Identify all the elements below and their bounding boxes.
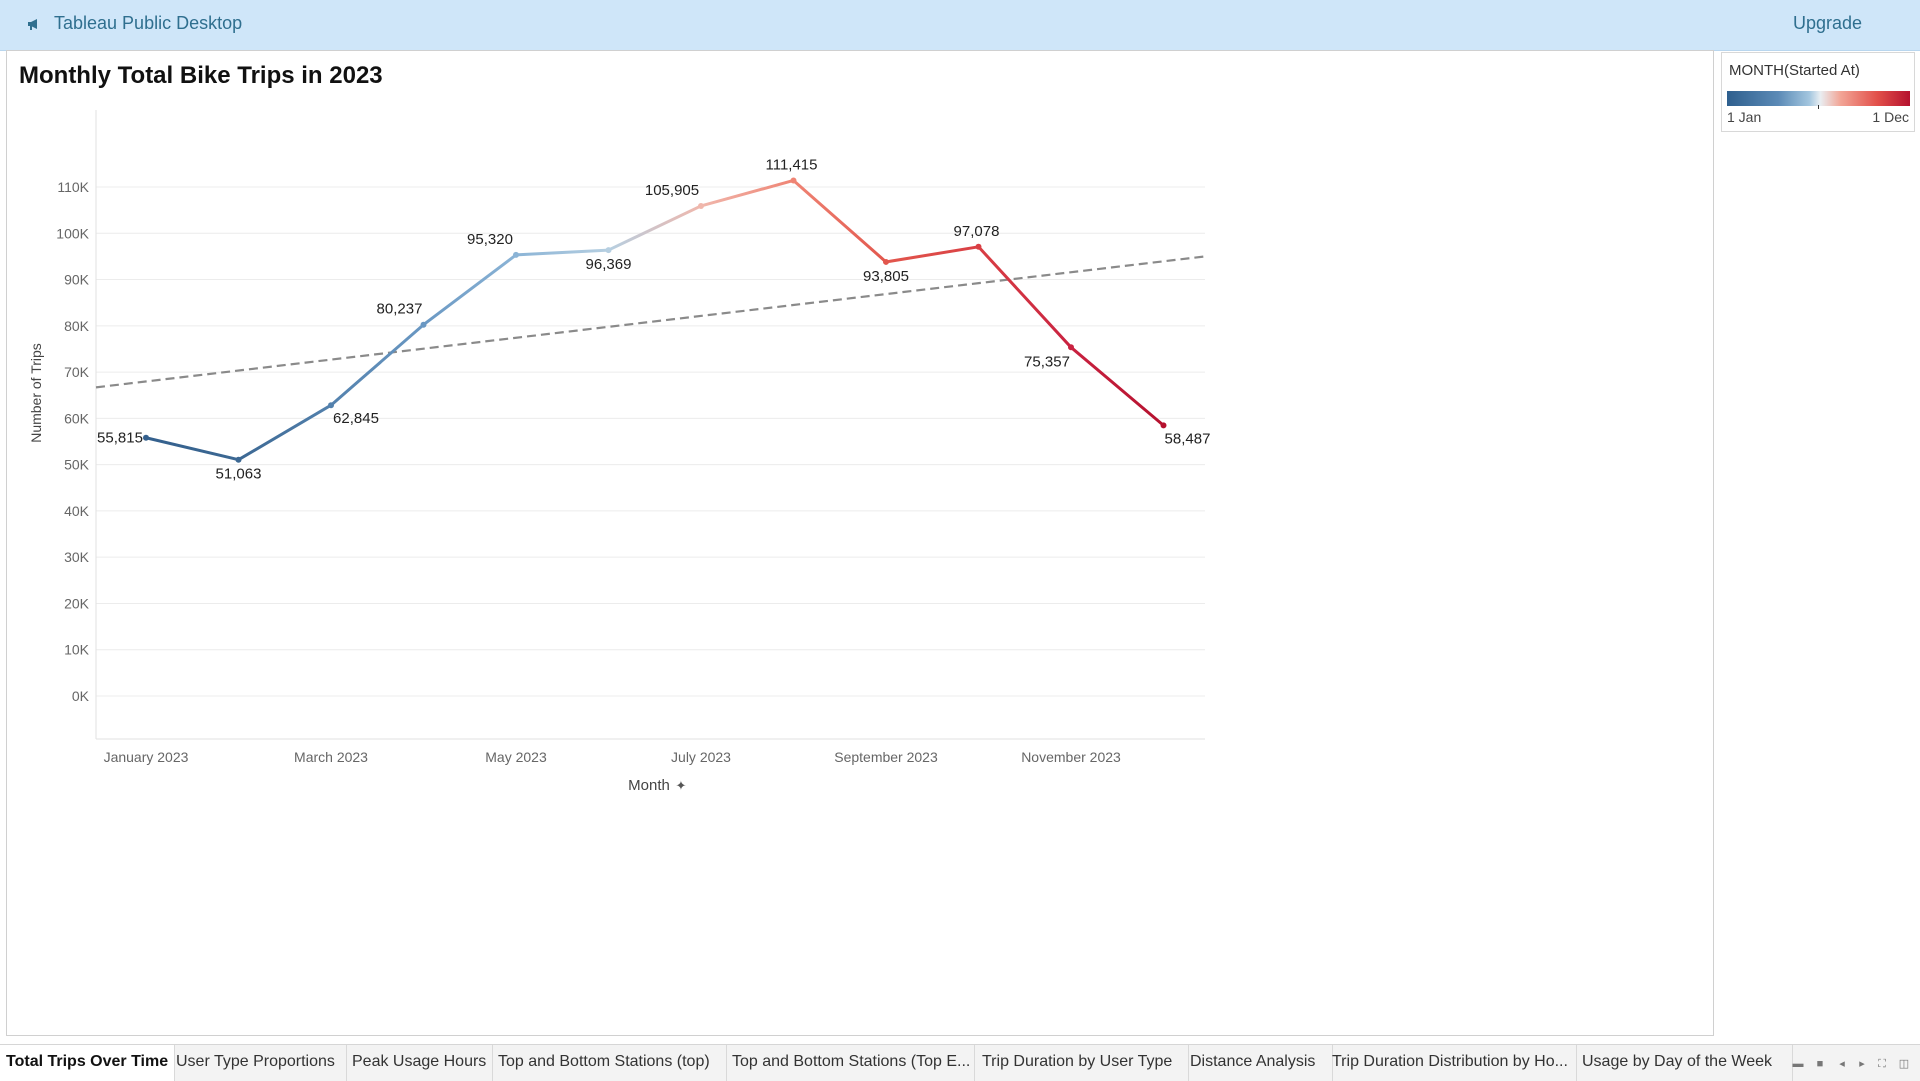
data-label: 62,845 (333, 410, 379, 427)
line-segment (144, 436, 240, 462)
data-point (1068, 344, 1074, 351)
data-label: 93,805 (863, 268, 909, 285)
data-label: 51,063 (216, 466, 262, 483)
presentation-icon[interactable]: ◫ (1898, 1058, 1910, 1070)
y-axis-title: Number of Trips (28, 343, 44, 443)
sheet-tabs: Total Trips Over Time User Type Proporti… (0, 1044, 1920, 1081)
tab-distance-analysis[interactable]: Distance Analysis (1184, 1045, 1333, 1081)
legend-title: MONTH(Started At) (1729, 62, 1860, 79)
y-tick-label: 0K (72, 688, 90, 704)
line-segment (607, 204, 703, 252)
data-point (698, 202, 704, 209)
data-label: 55,815 (97, 430, 143, 447)
line-chart: 0K 10K 20K 30K 40K 50K 60K 70K 80K 90K 100K 110K Num… (28, 110, 1211, 794)
y-tick-label: 100K (56, 225, 89, 241)
data-point (420, 321, 427, 328)
data-point (513, 251, 519, 258)
y-tick-label: 10K (64, 642, 90, 658)
legend-max-label: 1 Dec (1872, 109, 1909, 125)
data-label: 58,487 (1165, 430, 1211, 447)
data-point (328, 402, 334, 409)
tab-top-bottom-stations-top-e[interactable]: Top and Bottom Stations (Top E... (726, 1045, 975, 1081)
line-segment (699, 178, 795, 208)
upgrade-link[interactable]: Upgrade (1793, 13, 1862, 34)
tab-total-trips-over-time[interactable]: Total Trips Over Time (0, 1045, 175, 1081)
data-label: 97,078 (954, 223, 1000, 240)
y-tick-label: 60K (64, 410, 90, 426)
color-legend[interactable]: MONTH(Started At) 1 Jan 1 Dec (1721, 52, 1915, 132)
data-label: 96,369 (586, 256, 632, 273)
tab-peak-usage-hours[interactable]: Peak Usage Hours (346, 1045, 493, 1081)
y-tick-label: 80K (64, 318, 90, 334)
x-tick-label: May 2023 (485, 749, 547, 765)
y-tick-label: 50K (64, 457, 90, 473)
data-label: 80,237 (377, 301, 423, 318)
line-segment (329, 323, 425, 407)
line-segment (514, 248, 610, 257)
legend-gradient (1727, 91, 1910, 106)
x-tick-label: September 2023 (834, 749, 938, 765)
data-point (883, 258, 889, 265)
line-segment (1069, 345, 1165, 427)
x-tick-label: January 2023 (104, 749, 189, 765)
data-label: 111,415 (766, 156, 818, 173)
show-tabs-icon[interactable]: ■ (1814, 1058, 1826, 1070)
x-tick-label: March 2023 (294, 749, 368, 765)
tab-user-type-proportions[interactable]: User Type Proportions (170, 1045, 347, 1081)
line-segment (977, 245, 1073, 349)
x-tick-label: November 2023 (1021, 749, 1121, 765)
fullscreen-icon[interactable]: ⛶ (1876, 1058, 1888, 1070)
x-axis-title: Month (628, 777, 670, 794)
line-segment (237, 403, 333, 462)
tab-top-bottom-stations-top[interactable]: Top and Bottom Stations (top) (492, 1045, 727, 1081)
show-filmstrip-icon[interactable]: ▬ (1792, 1058, 1804, 1070)
top-bar: Tableau Public Desktop Upgrade (0, 0, 1920, 51)
legend-min-label: 1 Jan (1727, 109, 1762, 125)
worksheet-area: Monthly Total Bike Trips in 2023 0K 10K 20… (6, 50, 1714, 1036)
data-label: 75,357 (1024, 353, 1070, 370)
data-label: 105,905 (645, 182, 699, 199)
x-tick-label: July 2023 (671, 749, 731, 765)
data-label: 95,320 (467, 231, 513, 248)
line-segment (792, 178, 888, 264)
y-tick-label: 90K (64, 272, 90, 288)
tab-usage-by-day-of-week[interactable]: Usage by Day of the Week (1576, 1045, 1793, 1081)
data-point (235, 456, 242, 463)
legend-marker (1818, 105, 1819, 109)
y-tick-label: 110K (57, 179, 89, 195)
scroll-left-icon[interactable]: ◂ (1836, 1058, 1848, 1070)
y-tick-label: 20K (64, 595, 90, 611)
data-point (790, 177, 797, 184)
line-segment (884, 245, 980, 264)
tab-trip-duration-distribution[interactable]: Trip Duration Distribution by Ho... (1326, 1045, 1577, 1081)
y-tick-label: 30K (64, 549, 90, 565)
data-point (605, 247, 612, 254)
data-point (1160, 422, 1167, 429)
line-segment (422, 253, 518, 327)
megaphone-icon (28, 19, 37, 30)
app-title: Tableau Public Desktop (54, 13, 243, 33)
data-point (975, 243, 982, 250)
tab-trip-duration-by-user-type[interactable]: Trip Duration by User Type (976, 1045, 1189, 1081)
pin-icon: ✦ (676, 779, 687, 794)
data-point (143, 434, 149, 441)
scroll-right-icon[interactable]: ▸ (1856, 1058, 1868, 1070)
y-tick-label: 40K (64, 503, 90, 519)
y-tick-label: 70K (64, 364, 90, 380)
